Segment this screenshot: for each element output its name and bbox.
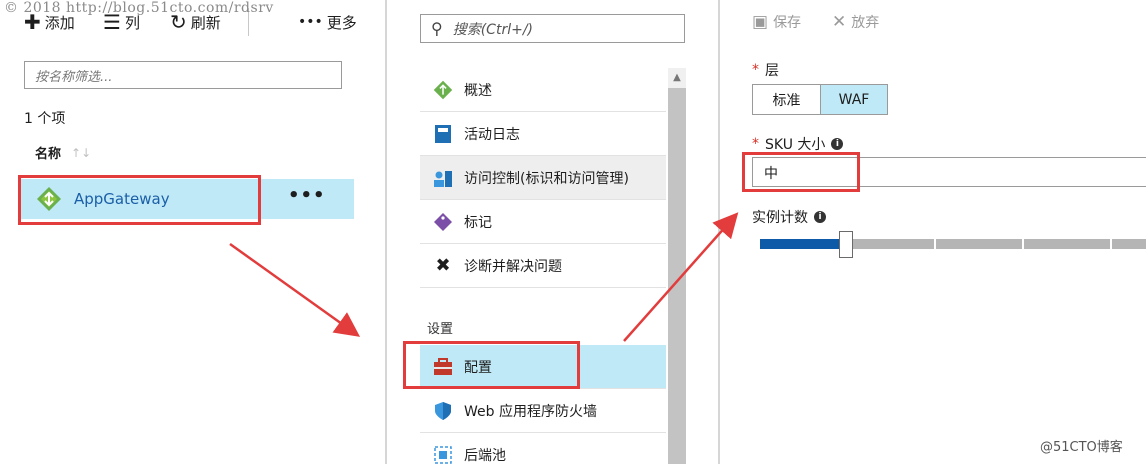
menu-item-label: Web 应用程序防火墙: [464, 403, 597, 420]
save-button[interactable]: ▣ 保存: [752, 12, 801, 32]
menu-item-label: 诊断并解决问题: [464, 258, 562, 275]
configuration-blade: ▣ 保存 ✕ 放弃 * 层 标准 WAF * SKU 大小 i 中 实例计数 i: [718, 0, 1146, 464]
menu-search-input[interactable]: ⚲ 搜索(Ctrl+/): [420, 14, 685, 43]
menu-item-activity-log[interactable]: 活动日志: [420, 112, 666, 156]
resource-menu-blade: ⚲ 搜索(Ctrl+/) 概述 活动日志 访问控制(标识和访问管理) 标记 ✖ …: [385, 0, 718, 464]
slider-track-segment[interactable]: [1024, 239, 1110, 249]
required-marker: *: [752, 136, 759, 152]
discard-icon: ✕: [832, 12, 847, 32]
shield-icon: [432, 400, 454, 422]
annotation-box-resource: [18, 175, 261, 225]
backend-pool-icon: [432, 444, 454, 464]
menu-item-label: 访问控制(标识和访问管理): [464, 170, 629, 187]
info-icon[interactable]: i: [814, 211, 826, 223]
menu-item-label: 活动日志: [464, 126, 520, 143]
annotation-box-sku: [742, 152, 860, 192]
search-icon: ⚲: [431, 19, 443, 38]
instance-count-label: 实例计数 i: [752, 207, 826, 227]
menu-item-access-control[interactable]: 访问控制(标识和访问管理): [420, 156, 666, 200]
menu-item-label: 概述: [464, 82, 492, 99]
slider-filled-segment[interactable]: [760, 239, 846, 249]
menu-item-label: 标记: [464, 214, 492, 231]
slider-track-segment[interactable]: [1112, 239, 1146, 249]
discard-label: 放弃: [851, 15, 880, 31]
slider-track-segment[interactable]: [936, 239, 1022, 249]
settings-section-label: 设置: [427, 322, 454, 337]
wrench-icon: ✖: [435, 255, 451, 276]
menu-item-label: 后端池: [464, 447, 506, 464]
sku-label-text: SKU 大小: [765, 137, 826, 153]
info-icon[interactable]: i: [831, 138, 844, 150]
tier-option-standard[interactable]: 标准: [753, 85, 821, 114]
search-placeholder: 搜索(Ctrl+/): [452, 21, 533, 38]
scrollbar-thumb[interactable]: [668, 88, 686, 464]
tier-selector: 标准 WAF: [752, 84, 888, 115]
slider-handle[interactable]: [839, 231, 853, 258]
instance-count-slider[interactable]: [760, 231, 1146, 258]
watermark-logo: @51CTO博客: [1040, 440, 1123, 455]
menu-item-waf[interactable]: Web 应用程序防火墙: [420, 389, 666, 433]
menu-item-diagnose[interactable]: ✖ 诊断并解决问题: [420, 244, 666, 288]
more-button[interactable]: ••• 更多: [298, 10, 357, 34]
discard-button[interactable]: ✕ 放弃: [832, 12, 879, 32]
menu-item-overview[interactable]: 概述: [420, 68, 666, 112]
tier-option-waf[interactable]: WAF: [821, 85, 887, 114]
column-header-label: 名称: [35, 147, 62, 162]
item-count: 1 个项: [24, 111, 66, 127]
menu-scrollbar[interactable]: ▲: [668, 68, 686, 464]
ellipsis-icon: •••: [298, 14, 323, 30]
sort-icon[interactable]: ↑↓: [71, 146, 91, 160]
scroll-up-icon[interactable]: ▲: [668, 68, 686, 88]
watermark-url: © 2018 http://blog.51cto.com/rdsrv: [4, 0, 274, 16]
required-marker: *: [752, 62, 759, 78]
row-more-button[interactable]: •••: [288, 185, 326, 206]
column-header-name[interactable]: 名称 ↑↓: [35, 143, 91, 163]
slider-track-segment[interactable]: [848, 239, 934, 249]
overview-icon: [432, 79, 454, 101]
instance-count-label-text: 实例计数: [752, 210, 808, 226]
tier-label: * 层: [752, 60, 779, 80]
filter-input[interactable]: 按名称筛选...: [24, 61, 342, 89]
more-label: 更多: [326, 13, 357, 32]
access-control-icon: [432, 167, 454, 189]
activity-log-icon: [432, 123, 454, 145]
tier-label-text: 层: [765, 63, 779, 79]
resource-list-blade: ✚ 添加 ☰ 列 ↻ 刷新 ••• 更多 © 2018 http://blog.…: [0, 0, 385, 464]
save-label: 保存: [773, 15, 802, 31]
sku-label: * SKU 大小 i: [752, 134, 844, 154]
menu-item-backend-pools[interactable]: 后端池: [420, 433, 666, 464]
tag-icon: [432, 211, 454, 233]
save-icon: ▣: [752, 12, 769, 32]
menu-item-tags[interactable]: 标记: [420, 200, 666, 244]
annotation-box-configuration: [403, 341, 580, 389]
